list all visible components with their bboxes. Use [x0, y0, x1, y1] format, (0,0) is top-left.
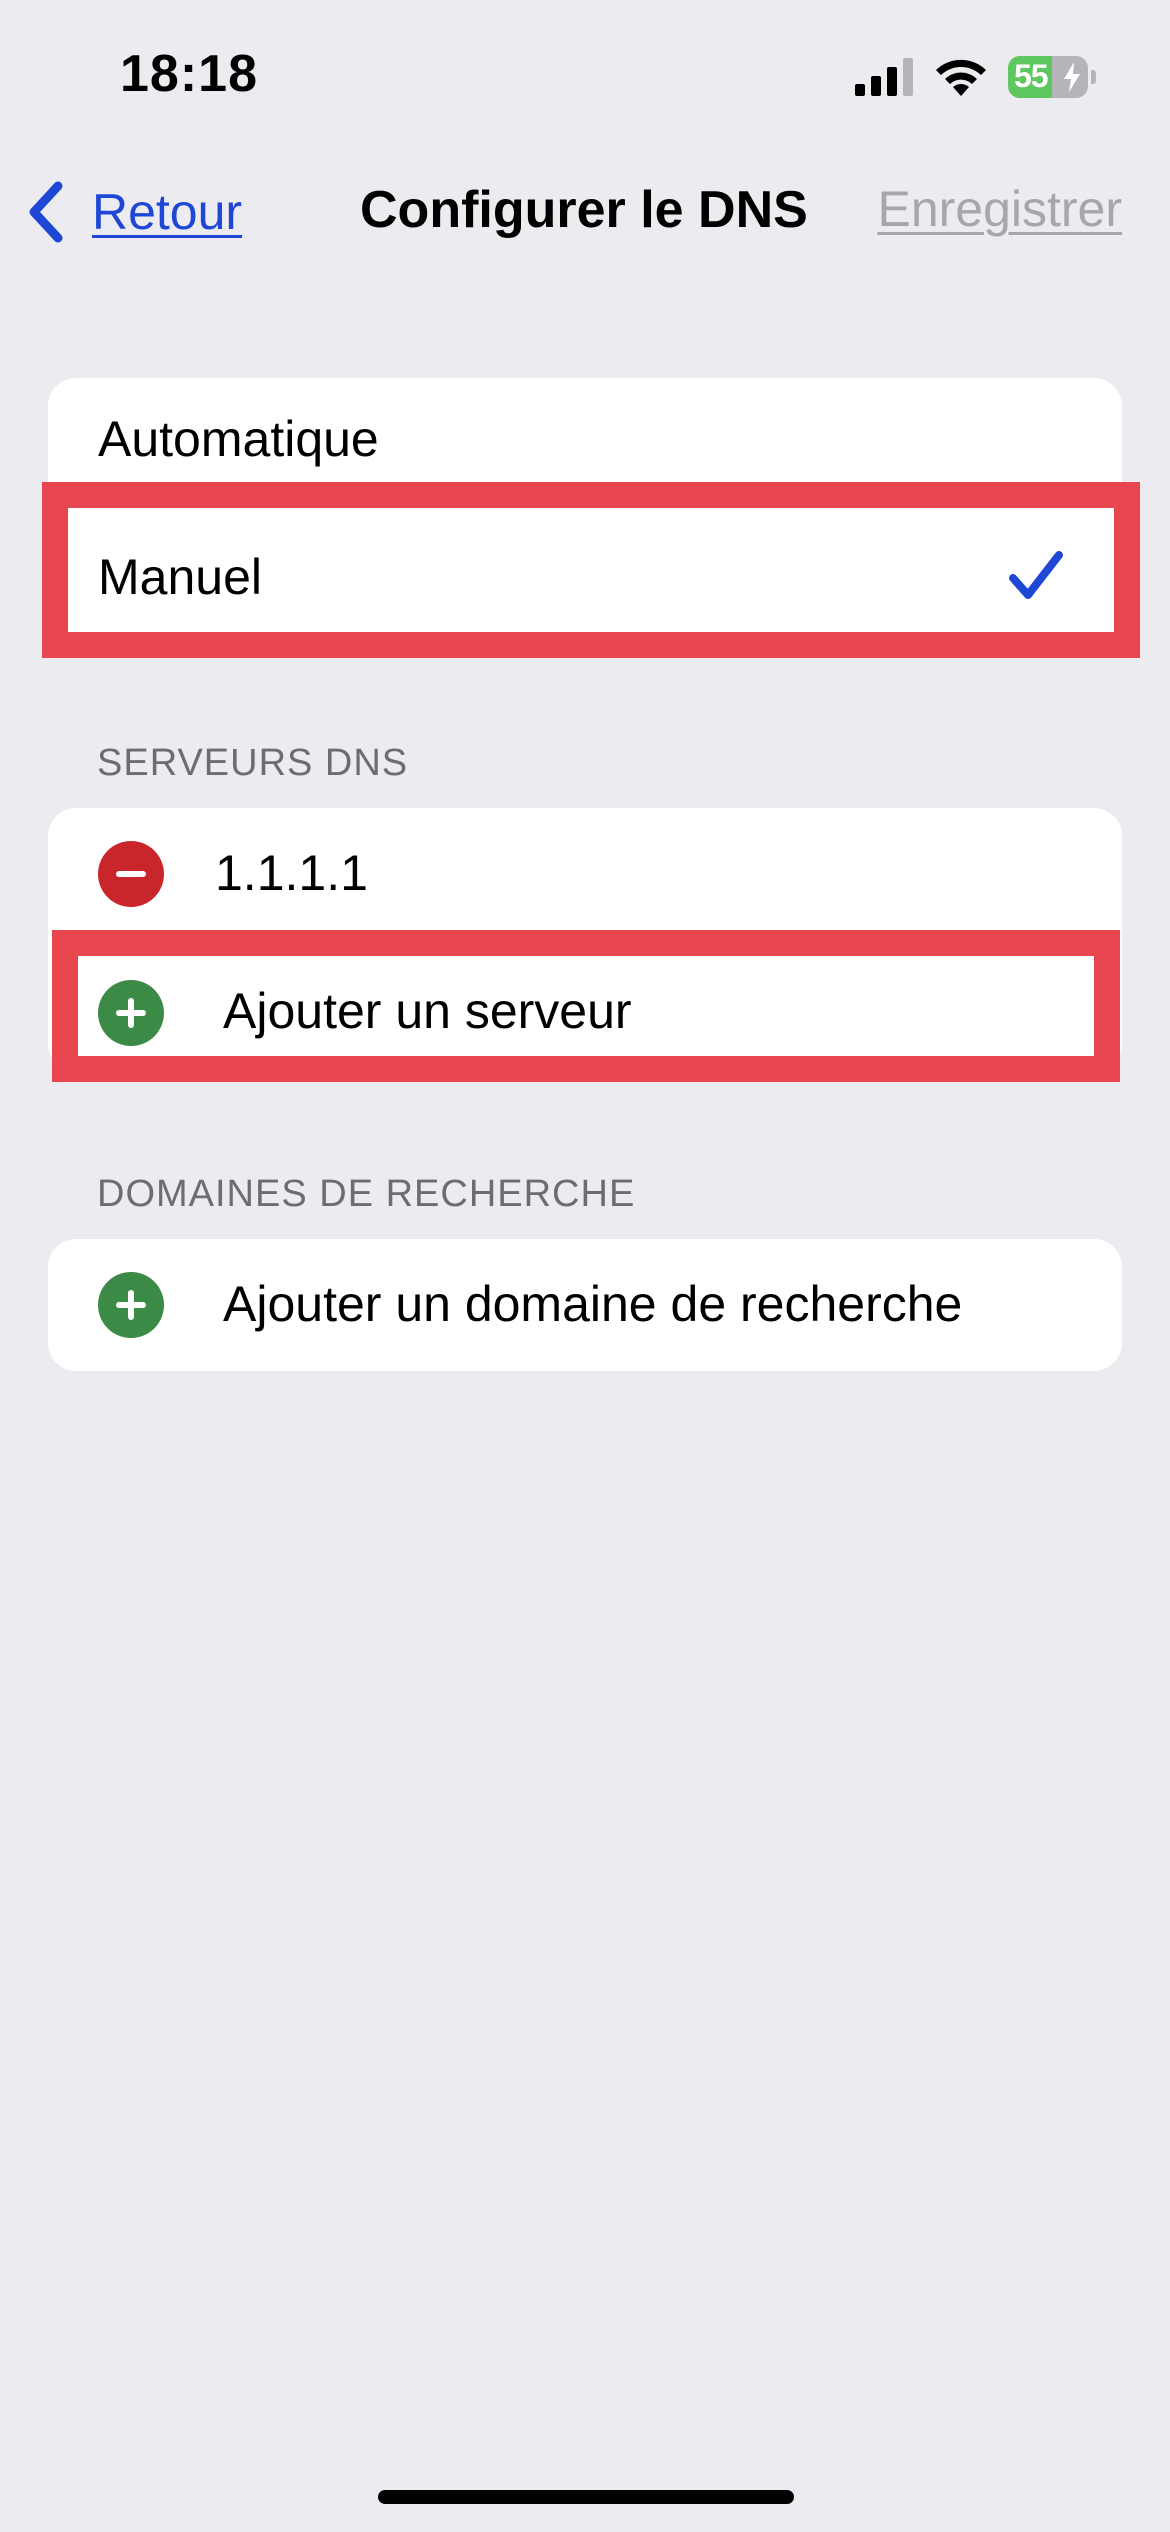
home-indicator[interactable] [378, 2490, 794, 2504]
wifi-icon [936, 59, 986, 96]
section-header-search-domains: DOMAINES DE RECHERCHE [97, 1173, 636, 1215]
add-search-domain-label[interactable]: Ajouter un domaine de recherche [223, 1275, 962, 1333]
remove-icon[interactable] [98, 841, 164, 907]
dns-mode-group: Automatique Manuel [48, 378, 1122, 642]
signal-icon [855, 58, 913, 96]
checkmark-icon [1009, 551, 1063, 599]
dns-server-row: 1.1.1.1 [48, 808, 1122, 940]
status-time: 18:18 [120, 45, 258, 103]
section-header-dns-servers: SERVEURS DNS [97, 742, 409, 784]
mode-option-label: Automatique [98, 411, 379, 467]
navigation-bar: Retour Configurer le DNS Enregistrer [0, 150, 1170, 270]
mode-option-label: Manuel [98, 549, 262, 605]
mode-option-automatic[interactable]: Automatique [48, 378, 1122, 510]
battery-level: 55 [1014, 58, 1049, 94]
status-bar: 18:18 55 [0, 0, 1170, 150]
add-icon[interactable] [98, 1272, 164, 1338]
add-server-row[interactable]: Ajouter un serveur [48, 940, 1122, 1072]
search-domains-group: Ajouter un domaine de recherche [48, 1239, 1122, 1371]
dns-server-value[interactable]: 1.1.1.1 [215, 844, 368, 902]
add-icon[interactable] [98, 980, 164, 1046]
battery-icon: 55 [1008, 56, 1096, 98]
back-label[interactable]: Retour [92, 183, 242, 241]
mode-option-manual[interactable]: Manuel [48, 510, 1122, 642]
back-button[interactable]: Retour [26, 172, 242, 252]
add-search-domain-row[interactable]: Ajouter un domaine de recherche [48, 1239, 1122, 1371]
bolt-icon [1064, 62, 1080, 92]
page-title: Configurer le DNS [360, 181, 808, 239]
save-button[interactable]: Enregistrer [877, 180, 1122, 238]
dns-servers-group: 1.1.1.1 Ajouter un serveur [48, 808, 1122, 1072]
add-server-label[interactable]: Ajouter un serveur [223, 982, 632, 1040]
chevron-left-icon [29, 181, 63, 243]
